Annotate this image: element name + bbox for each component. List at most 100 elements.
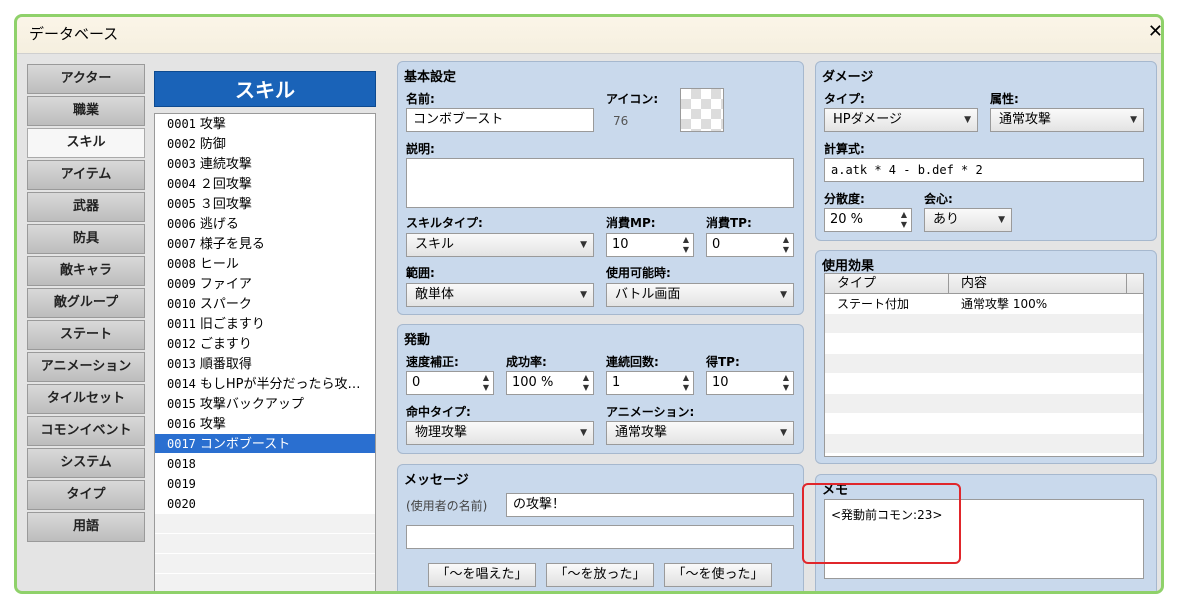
skill-list-item[interactable]: 0008 ヒール bbox=[155, 254, 375, 274]
category-tab[interactable]: アイテム bbox=[27, 160, 145, 190]
effects-table-header: タイプ 内容 bbox=[825, 274, 1143, 294]
skill-name: スパーク bbox=[199, 297, 252, 312]
animation-select[interactable]: 通常攻撃 ▼ bbox=[606, 421, 794, 445]
skill-icon-picker[interactable] bbox=[680, 88, 724, 132]
damage-title: ダメージ bbox=[822, 70, 874, 85]
skill-list-item[interactable]: 0009 ファイア bbox=[155, 274, 375, 294]
tp-gain-value: 10 bbox=[712, 375, 729, 390]
chevron-down-icon: ▼ bbox=[964, 115, 971, 125]
effects-row[interactable] bbox=[825, 414, 1143, 434]
fire-button[interactable]: 「～を放った」 bbox=[546, 563, 654, 587]
message-line1-field[interactable]: の攻撃！ bbox=[506, 493, 794, 517]
effects-row[interactable] bbox=[825, 334, 1143, 354]
skill-list-item[interactable]: 0004 ２回攻撃 bbox=[155, 174, 375, 194]
message-line2-field[interactable] bbox=[406, 525, 794, 549]
effects-row[interactable]: ステート付加 通常攻撃 100% bbox=[825, 294, 1143, 314]
hit-type-select[interactable]: 物理攻撃 ▼ bbox=[406, 421, 594, 445]
skill-list-item[interactable]: 0019 bbox=[155, 474, 375, 494]
spin-arrows-icon[interactable]: ▲ ▼ bbox=[783, 235, 789, 255]
mp-cost-spinner[interactable]: 10 ▲ ▼ bbox=[606, 233, 694, 257]
category-tab[interactable]: 防具 bbox=[27, 224, 145, 254]
skill-list-item[interactable]: 0005 ３回攻撃 bbox=[155, 194, 375, 214]
effects-table[interactable]: タイプ 内容 ステート付加 通常攻撃 100% bbox=[824, 273, 1144, 457]
tp-cost-spinner[interactable]: 0 ▲ ▼ bbox=[706, 233, 794, 257]
effects-row[interactable] bbox=[825, 434, 1143, 454]
spin-arrows-icon[interactable]: ▲ ▼ bbox=[583, 373, 589, 393]
formula-label: 計算式: bbox=[824, 142, 865, 156]
description-field[interactable] bbox=[406, 158, 794, 208]
skill-list[interactable]: 0001 攻撃 0002 防御 0003 連続攻撃 0004 ２回攻撃 0005 ３回攻撃 0006… bbox=[154, 113, 376, 591]
spin-arrows-icon[interactable]: ▲ ▼ bbox=[783, 373, 789, 393]
skill-number: 0010 bbox=[167, 297, 196, 311]
spin-arrows-icon[interactable]: ▲ ▼ bbox=[683, 235, 689, 255]
icon-index: 76 bbox=[613, 114, 629, 128]
spin-arrows-icon[interactable]: ▲ ▼ bbox=[901, 210, 907, 230]
category-tab[interactable]: タイルセット bbox=[27, 384, 145, 414]
category-tab[interactable]: コモンイベント bbox=[27, 416, 145, 446]
skill-list-item[interactable]: 0018 bbox=[155, 454, 375, 474]
effects-row[interactable] bbox=[825, 374, 1143, 394]
skill-list-item[interactable]: 0010 スパーク bbox=[155, 294, 375, 314]
name-field[interactable]: コンボブースト bbox=[406, 108, 594, 132]
critical-select[interactable]: あり ▼ bbox=[924, 208, 1012, 232]
effects-col-type: タイプ bbox=[825, 274, 949, 293]
effect-content bbox=[949, 394, 1127, 413]
category-tab[interactable]: アクター bbox=[27, 64, 145, 94]
skill-list-item[interactable]: 0001 攻撃 bbox=[155, 114, 375, 134]
category-tab[interactable]: ステート bbox=[27, 320, 145, 350]
skill-list-item[interactable]: 0011 旧ごますり bbox=[155, 314, 375, 334]
skill-list-item[interactable]: 0013 順番取得 bbox=[155, 354, 375, 374]
success-value: 100 % bbox=[512, 375, 554, 390]
database-window: データベース ✕ アクター 職業 スキル アイテム 武器 防具 敵キャラ 敵グループ ステートア… bbox=[14, 14, 1164, 594]
category-tab[interactable]: タイプ bbox=[27, 480, 145, 510]
critical-value: あり bbox=[933, 212, 960, 227]
category-tab[interactable]: スキル bbox=[27, 128, 145, 158]
skill-name: 逃げる bbox=[199, 217, 239, 232]
skill-list-item[interactable]: 0014 もしHPが半分だったら攻… bbox=[155, 374, 375, 394]
spin-arrows-icon[interactable]: ▲ ▼ bbox=[683, 373, 689, 393]
occasion-select[interactable]: バトル画面 ▼ bbox=[606, 283, 794, 307]
skill-list-item[interactable]: 0017 コンボブースト bbox=[155, 434, 375, 454]
close-icon[interactable]: ✕ bbox=[1148, 21, 1161, 42]
effects-row[interactable] bbox=[825, 394, 1143, 414]
spin-arrows-icon[interactable]: ▲ ▼ bbox=[483, 373, 489, 393]
skill-list-empty-row bbox=[155, 554, 375, 574]
skill-type-select[interactable]: スキル ▼ bbox=[406, 233, 594, 257]
success-spinner[interactable]: 100 % ▲ ▼ bbox=[506, 371, 594, 395]
category-tab[interactable]: 敵キャラ bbox=[27, 256, 145, 286]
category-tab[interactable]: 職業 bbox=[27, 96, 145, 126]
skill-list-item[interactable]: 0007 様子を見る bbox=[155, 234, 375, 254]
occasion-label: 使用可能時: bbox=[606, 266, 671, 280]
skill-list-item[interactable]: 0002 防御 bbox=[155, 134, 375, 154]
tp-gain-spinner[interactable]: 10 ▲ ▼ bbox=[706, 371, 794, 395]
category-tab[interactable]: 用語 bbox=[27, 512, 145, 542]
skill-number: 0002 bbox=[167, 137, 196, 151]
effects-row[interactable] bbox=[825, 314, 1143, 334]
repeat-value: 1 bbox=[612, 375, 621, 390]
category-tab[interactable]: 武器 bbox=[27, 192, 145, 222]
element-select[interactable]: 通常攻撃 ▼ bbox=[990, 108, 1144, 132]
repeat-spinner[interactable]: 1 ▲ ▼ bbox=[606, 371, 694, 395]
use-button[interactable]: 「～を使った」 bbox=[664, 563, 772, 587]
skill-number: 0003 bbox=[167, 157, 196, 171]
skill-list-item[interactable]: 0003 連続攻撃 bbox=[155, 154, 375, 174]
critical-label: 会心: bbox=[924, 192, 953, 206]
effects-panel: 使用効果 タイプ 内容 ステート付加 通常攻撃 100% bbox=[815, 250, 1157, 464]
formula-field[interactable]: a.atk * 4 - b.def * 2 bbox=[824, 158, 1144, 182]
category-tab[interactable]: 敵グループ bbox=[27, 288, 145, 318]
chant-button[interactable]: 「～を唱えた」 bbox=[428, 563, 536, 587]
category-tab[interactable]: アニメーション bbox=[27, 352, 145, 382]
speed-spinner[interactable]: 0 ▲ ▼ bbox=[406, 371, 494, 395]
skill-list-item[interactable]: 0016 攻撃 bbox=[155, 414, 375, 434]
damage-type-select[interactable]: HPダメージ ▼ bbox=[824, 108, 978, 132]
effects-row[interactable] bbox=[825, 354, 1143, 374]
skill-list-item[interactable]: 0020 bbox=[155, 494, 375, 514]
skill-list-item[interactable]: 0012 ごますり bbox=[155, 334, 375, 354]
category-tab[interactable]: システム bbox=[27, 448, 145, 478]
scope-select[interactable]: 敵単体 ▼ bbox=[406, 283, 594, 307]
skill-number: 0018 bbox=[167, 457, 196, 471]
skill-list-item[interactable]: 0015 攻撃バックアップ bbox=[155, 394, 375, 414]
skill-list-item[interactable]: 0006 逃げる bbox=[155, 214, 375, 234]
animation-label: アニメーション: bbox=[606, 405, 695, 419]
variance-spinner[interactable]: 20 % ▲ ▼ bbox=[824, 208, 912, 232]
